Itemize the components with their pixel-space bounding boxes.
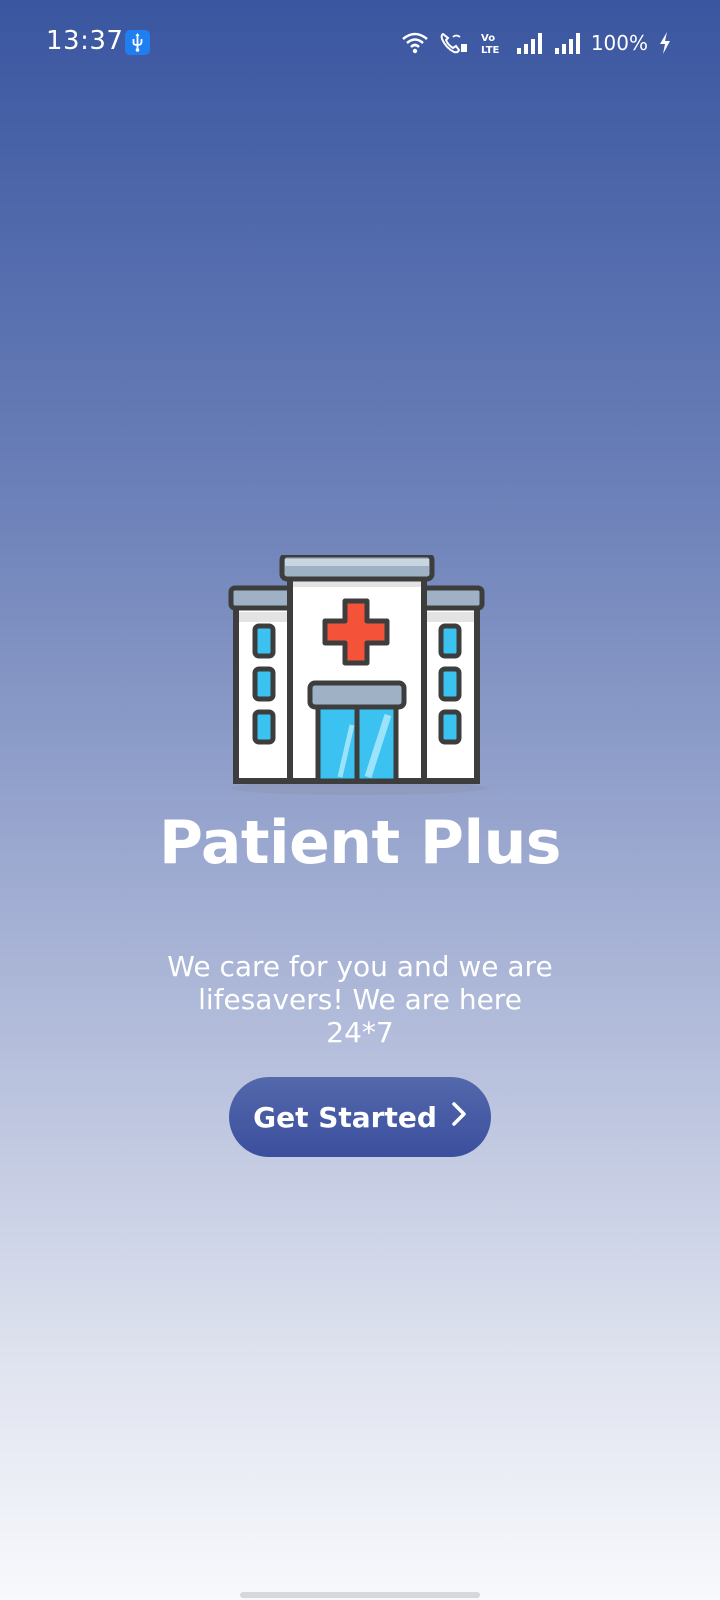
home-indicator[interactable] (240, 1592, 480, 1598)
wifi-calling-icon (439, 31, 469, 55)
signal-sim2-icon (553, 31, 581, 55)
usb-debug-icon (125, 30, 150, 55)
get-started-label: Get Started (253, 1100, 437, 1134)
status-icons: Vo LTE 100% (401, 28, 672, 58)
hospital-icon (228, 552, 490, 801)
signal-sim1-icon (515, 31, 543, 55)
status-time: 13:37 (46, 26, 124, 56)
app-title: Patient Plus (158, 808, 562, 878)
battery-percent: 100% (590, 31, 648, 55)
svg-text:Vo: Vo (481, 33, 495, 44)
tagline: We care for you and we are lifesavers! W… (167, 950, 553, 1049)
svg-text:LTE: LTE (481, 45, 500, 55)
status-bar: 13:37 Vo LTE 100% (0, 0, 720, 90)
lightning-icon (658, 31, 672, 55)
volte-icon: Vo LTE (479, 31, 505, 55)
chevron-right-icon (451, 1101, 467, 1134)
get-started-button[interactable]: Get Started (229, 1077, 491, 1157)
wifi-icon (401, 31, 429, 55)
